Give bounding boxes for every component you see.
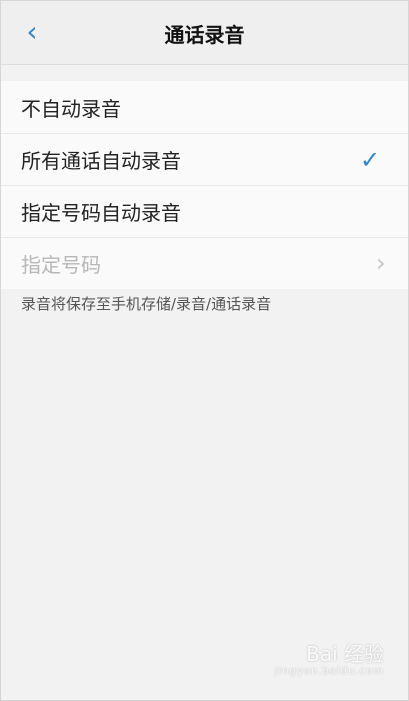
option-no-auto-record[interactable]: 不自动录音 xyxy=(1,81,408,133)
watermark-site: jingyan.baidu.com xyxy=(274,666,384,677)
phone-screen: ‹ 通话录音 不自动录音 所有通话自动录音 ✓ 指定号码自动录音 指定号码 › … xyxy=(0,0,409,701)
option-all-calls-auto-record[interactable]: 所有通话自动录音 ✓ xyxy=(1,133,408,185)
baidu-watermark: Bai 经验 jingyan.baidu.com xyxy=(266,642,384,690)
option-selected-numbers-auto-record[interactable]: 指定号码自动录音 xyxy=(1,185,408,237)
page-title: 通话录音 xyxy=(164,23,245,47)
storage-note: 录音将保存至手机存储/录音/通话录音 xyxy=(21,295,272,313)
specified-number-item[interactable]: 指定号码 › xyxy=(1,237,408,289)
top-bar: ‹ 通话录音 xyxy=(1,1,408,65)
option-label: 所有通话自动录音 xyxy=(21,149,181,173)
watermark-brand: Bai 经验 xyxy=(306,642,384,666)
option-label: 指定号码 xyxy=(21,253,101,277)
chevron-right-icon: › xyxy=(376,249,386,277)
option-label: 不自动录音 xyxy=(21,96,121,121)
option-label: 指定号码自动录音 xyxy=(21,201,181,225)
checkmark-icon: ✓ xyxy=(360,146,381,174)
recording-options-list: 不自动录音 所有通话自动录音 ✓ 指定号码自动录音 指定号码 › xyxy=(1,81,408,289)
